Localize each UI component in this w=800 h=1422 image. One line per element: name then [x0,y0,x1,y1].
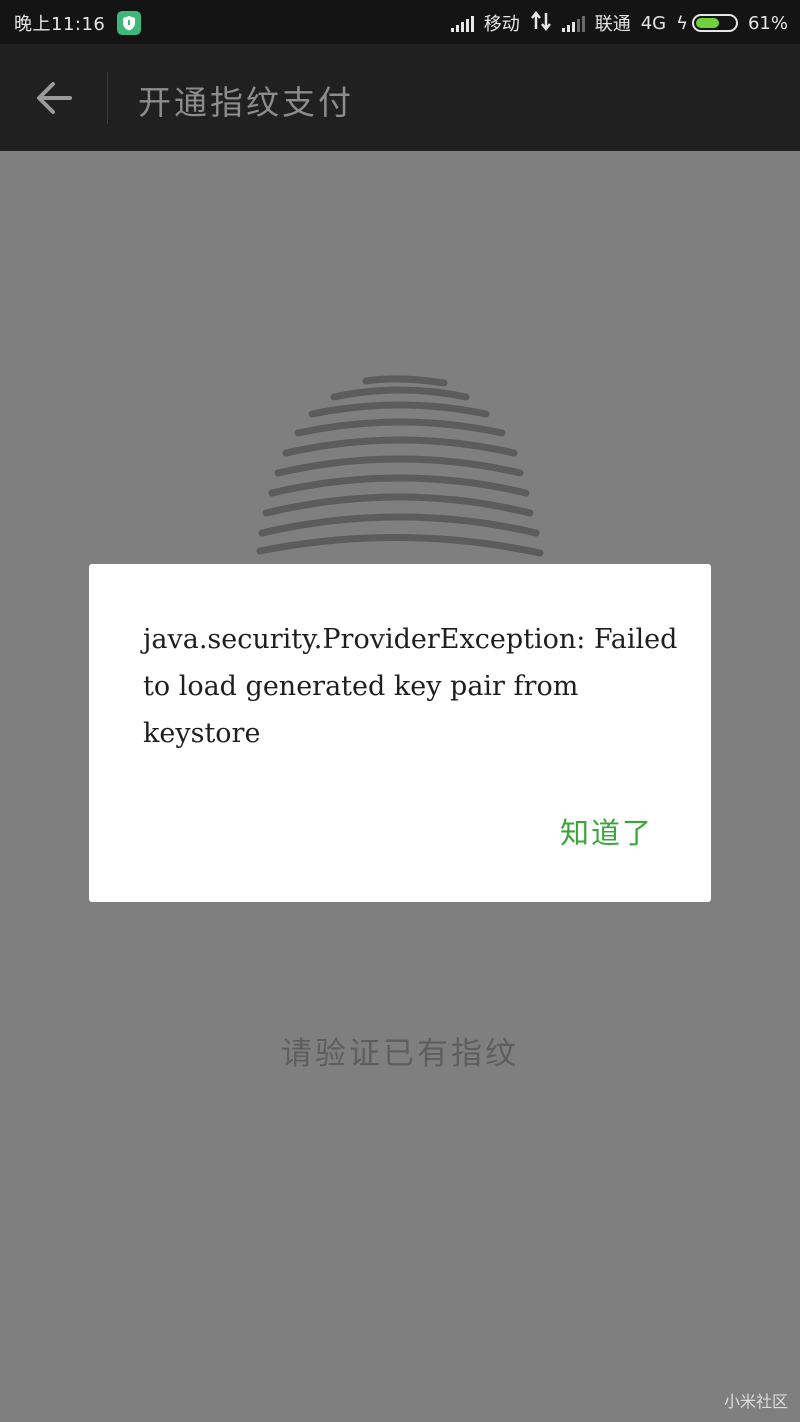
app-bar: 开通指纹支付 [0,44,800,151]
battery-percent: 61% [747,12,788,34]
carrier-1-label: 移动 [483,14,520,35]
status-bar: 晚上11:16 移动 联通 4G ϟ 61% [0,0,800,44]
error-dialog: java.security.ProviderException: Failed … [89,564,711,902]
data-transfer-icon [530,10,552,36]
signal-strength-icon [450,14,474,32]
battery-icon [691,14,738,32]
dialog-message: java.security.ProviderException: Failed … [143,624,678,749]
signal-strength-icon-2 [561,14,585,32]
status-time: 晚上11:16 [14,14,106,35]
verify-fingerprint-prompt: 请验证已有指纹 [281,1036,519,1072]
page-title: 开通指纹支付 [138,83,354,122]
watermark: 小米社区 [723,1392,788,1411]
battery-level [695,18,720,28]
appbar-divider [107,72,108,124]
got-it-button[interactable]: 知道了 [560,810,653,852]
back-button[interactable] [28,72,80,124]
security-shield-icon [117,11,142,35]
network-type-label: 4G [640,12,667,34]
arrow-left-icon [37,82,72,114]
charging-bolt-icon: ϟ [676,12,688,34]
carrier-2-label: 联通 [594,14,631,35]
